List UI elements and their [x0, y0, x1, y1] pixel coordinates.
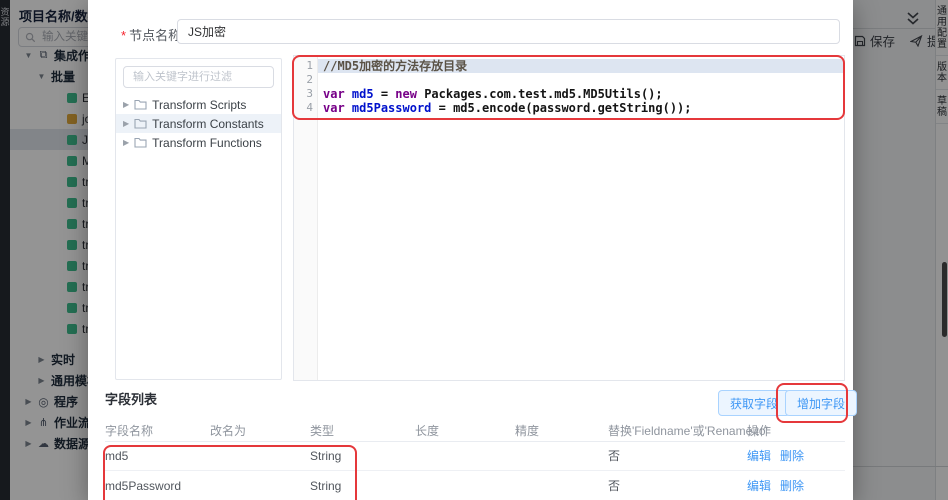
node-name-label: * 节点名称: [121, 28, 182, 43]
function-tree: ▶ Transform Scripts ▶ Transform Constant…: [116, 95, 281, 152]
add-field-button[interactable]: 增加字段: [785, 390, 858, 416]
node-config-modal: *节点名称 ▶ Transform Scripts: [88, 0, 858, 500]
cell-replace: 否: [608, 449, 621, 463]
caret-right-icon: ▶: [123, 100, 130, 109]
cell-type: String: [310, 478, 342, 493]
function-tree-item[interactable]: ▶ Transform Functions: [116, 133, 281, 152]
function-filter-box[interactable]: [123, 66, 274, 88]
delete-link[interactable]: 删除: [780, 447, 804, 464]
field-list-title: 字段列表: [105, 392, 158, 407]
table-row: md5Password String 否 编辑 删除: [105, 471, 845, 500]
function-tree-item[interactable]: ▶ Transform Scripts: [116, 95, 281, 114]
code-editor[interactable]: 1234 //MD5加密的方法存放目录 var md5 = new Packag…: [293, 55, 845, 381]
folder-icon: [134, 118, 147, 129]
node-name-input[interactable]: [177, 19, 840, 44]
field-table-header: 字段名称 改名为 类型 长度 精度 替换'Fieldname'或'Rename …: [105, 420, 845, 442]
column-header: 类型: [310, 424, 335, 438]
column-header: 长度: [415, 424, 440, 438]
folder-icon: [134, 99, 147, 110]
required-asterisk: *: [121, 28, 127, 43]
edit-link[interactable]: 编辑: [747, 447, 771, 464]
code-gutter: 1234: [294, 56, 318, 380]
cell-field-name: md5Password: [105, 478, 182, 493]
field-table-body: md5 String 否 编辑 删除 md5Password String 否 …: [105, 441, 845, 500]
screen: 资源 项目名称/数据层 集成作业 批量: [0, 0, 948, 500]
code-lines[interactable]: //MD5加密的方法存放目录 var md5 = new Packages.co…: [318, 56, 844, 380]
cell-type: String: [310, 448, 342, 463]
function-tree-label: Transform Constants: [152, 116, 264, 131]
delete-link[interactable]: 删除: [780, 477, 804, 494]
function-tree-label: Transform Functions: [152, 135, 262, 150]
get-fields-button[interactable]: 获取字段: [718, 390, 791, 416]
column-header: 字段名称: [105, 424, 154, 438]
caret-right-icon: ▶: [123, 138, 130, 147]
column-header: 改名为: [210, 424, 247, 438]
folder-icon: [134, 137, 147, 148]
function-tree-item[interactable]: ▶ Transform Constants: [116, 114, 281, 133]
column-header: 操作: [747, 424, 772, 438]
function-tree-panel: ▶ Transform Scripts ▶ Transform Constant…: [115, 58, 282, 380]
table-row: md5 String 否 编辑 删除: [105, 441, 845, 471]
column-header: 精度: [515, 424, 540, 438]
edit-link[interactable]: 编辑: [747, 477, 771, 494]
function-filter-input[interactable]: [131, 70, 266, 84]
cell-replace: 否: [608, 479, 621, 493]
function-tree-label: Transform Scripts: [152, 97, 247, 112]
caret-right-icon: ▶: [123, 119, 130, 128]
column-header: 替换'Fieldname'或'Rename to': [608, 424, 768, 438]
cell-field-name: md5: [105, 448, 129, 463]
